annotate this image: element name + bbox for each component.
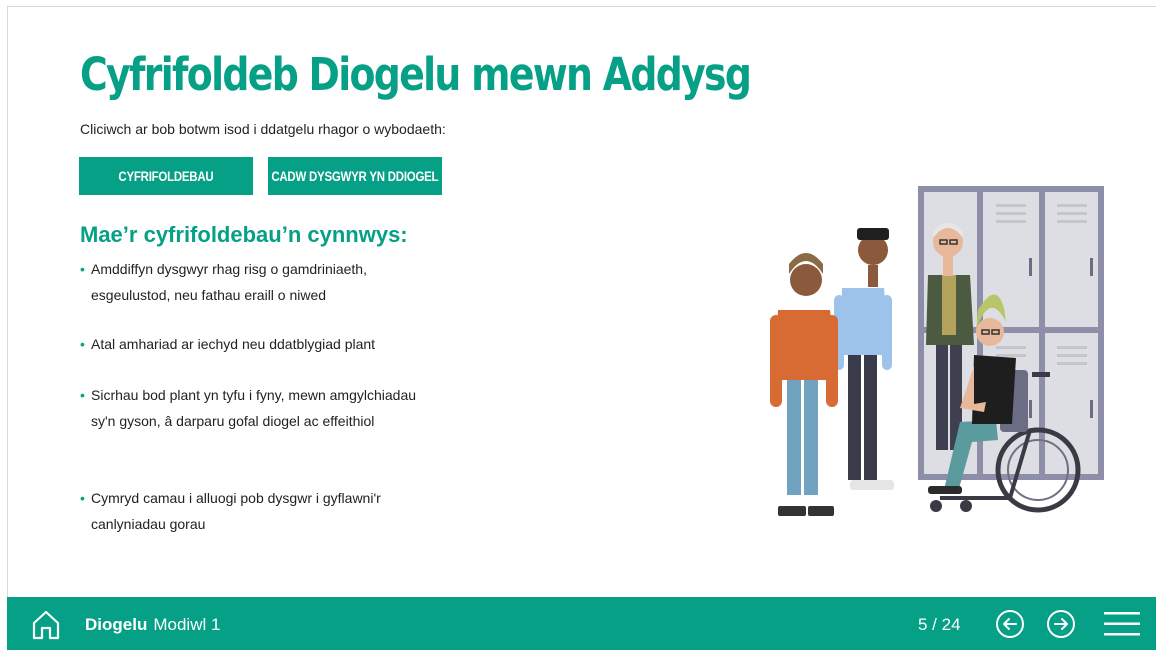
course-title: Diogelu Modiwl 1 [85, 615, 220, 635]
arrow-right-circle-icon [1047, 610, 1075, 638]
intro-text: Cliciwch ar bob botwm isod i ddatgelu rh… [80, 121, 446, 137]
list-item: Atal amhariad ar iechyd neu ddatblygiad … [80, 331, 431, 357]
responsibilities-button-label: CYFRIFOLDEBAU [118, 168, 214, 184]
list-item: Sicrhau bod plant yn tyfu i fyny, mewn a… [80, 382, 431, 434]
responsibilities-heading: Mae’r cyfrifoldebau’n cynnwys: [80, 222, 408, 247]
previous-page-button[interactable] [995, 609, 1025, 639]
menu-button[interactable] [1103, 610, 1141, 638]
home-button[interactable] [31, 609, 61, 641]
home-icon [32, 610, 60, 640]
next-page-button[interactable] [1046, 609, 1076, 639]
person-young-woman [770, 253, 838, 516]
list-item: Cymryd camau i alluogi pob dysgwr i gyfl… [80, 485, 431, 537]
footer-bar: Diogelu Modiwl 1 5 / 24 [7, 597, 1156, 650]
keep-learners-safe-button[interactable]: CADW DYSGWYR YN DDIOGEL [268, 157, 442, 195]
hamburger-menu-icon [1104, 612, 1140, 636]
keep-learners-safe-button-label: CADW DYSGWYR YN DDIOGEL [271, 168, 439, 184]
module-label: Modiwl 1 [153, 615, 221, 634]
people-lockers-illustration [770, 186, 1104, 516]
arrow-left-circle-icon [996, 610, 1024, 638]
course-name: Diogelu [85, 615, 148, 634]
page-indicator: 5 / 24 [918, 615, 961, 634]
page-title: Cyfrifoldeb Diogelu mewn Addysg [80, 48, 752, 101]
list-item: Amddiffyn dysgwyr rhag risg o gamdriniae… [80, 256, 431, 308]
responsibilities-button[interactable]: CYFRIFOLDEBAU [79, 157, 253, 195]
person-young-man [834, 228, 894, 490]
